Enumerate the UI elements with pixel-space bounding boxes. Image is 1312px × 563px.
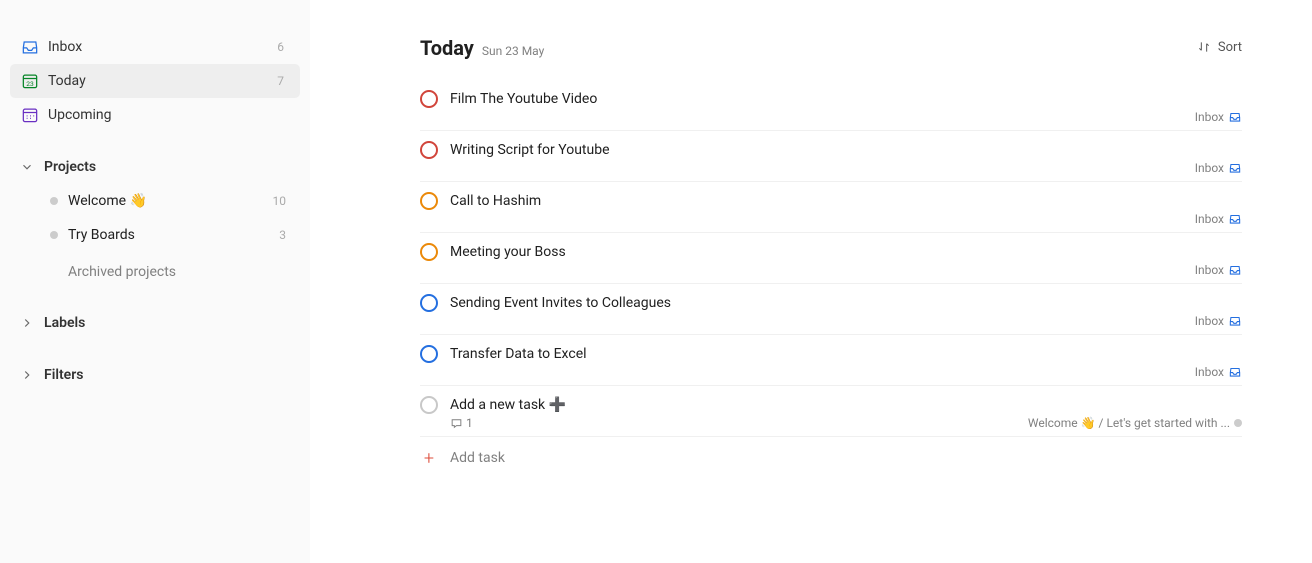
- sidebar-item-today[interactable]: 23 Today 7: [10, 64, 300, 98]
- task-comment-count[interactable]: 1: [450, 416, 473, 430]
- task-project-label: Inbox: [1195, 263, 1224, 277]
- project-color-dot: [50, 197, 58, 205]
- view-header: Today Sun 23 May Sort: [420, 36, 1242, 60]
- calendar-today-icon: 23: [18, 69, 42, 93]
- sidebar-item-inbox[interactable]: Inbox 6: [10, 30, 300, 64]
- sidebar-item-label: Today: [44, 73, 277, 89]
- task-project-label: Inbox: [1195, 110, 1224, 124]
- task-title: Add a new task ➕: [450, 397, 566, 413]
- task-checkbox[interactable]: [420, 294, 438, 312]
- task-checkbox[interactable]: [420, 192, 438, 210]
- task-item[interactable]: Add a new task ➕ 1 Welcome 👋 / Let's get s…: [420, 386, 1242, 437]
- task-list: Film The Youtube VideoInboxWriting Scrip…: [420, 80, 1242, 437]
- sidebar-item-label: Inbox: [44, 39, 277, 55]
- inbox-icon: [1228, 263, 1242, 277]
- task-checkbox[interactable]: [420, 141, 438, 159]
- section-label: Filters: [44, 367, 83, 383]
- archived-label: Archived projects: [68, 264, 176, 280]
- sidebar-project-item[interactable]: Try Boards 3: [10, 218, 300, 252]
- task-checkbox[interactable]: [420, 90, 438, 108]
- sort-label: Sort: [1218, 40, 1242, 55]
- project-count: 3: [279, 228, 286, 242]
- task-project-link[interactable]: Inbox: [1195, 161, 1242, 175]
- task-checkbox[interactable]: [420, 396, 438, 414]
- task-title: Meeting your Boss: [450, 244, 566, 260]
- sort-button[interactable]: Sort: [1196, 39, 1242, 55]
- task-project-label: Inbox: [1195, 161, 1224, 175]
- task-item[interactable]: Call to Hashim Inbox: [420, 182, 1242, 233]
- task-title: Film The Youtube Video: [450, 91, 597, 107]
- task-checkbox[interactable]: [420, 345, 438, 363]
- sidebar-section-filters[interactable]: Filters: [10, 358, 300, 392]
- task-project-label: Inbox: [1195, 212, 1224, 226]
- chevron-down-icon: [20, 160, 34, 174]
- sidebar-section-projects[interactable]: Projects: [10, 150, 300, 184]
- task-title: Transfer Data to Excel: [450, 346, 587, 362]
- sidebar-item-count: 6: [277, 40, 290, 54]
- chevron-right-icon: [20, 368, 34, 382]
- task-project-label: Inbox: [1195, 365, 1224, 379]
- main-content: Today Sun 23 May Sort Film The Youtube V…: [310, 0, 1312, 563]
- task-title: Sending Event Invites to Colleagues: [450, 295, 671, 311]
- task-item[interactable]: Writing Script for Youtube Inbox: [420, 131, 1242, 182]
- task-project-link[interactable]: Inbox: [1195, 263, 1242, 277]
- section-label: Projects: [44, 159, 96, 175]
- inbox-icon: [1228, 314, 1242, 328]
- inbox-icon: [18, 35, 42, 59]
- sidebar-item-label: Upcoming: [44, 107, 284, 123]
- sidebar: Inbox 6 23 Today 7 Upcoming Projects W: [0, 0, 310, 563]
- project-count: 10: [273, 194, 287, 208]
- project-label: Welcome 👋: [68, 193, 273, 209]
- task-project-link[interactable]: Inbox: [1195, 365, 1242, 379]
- task-project-link[interactable]: Inbox: [1195, 110, 1242, 124]
- task-project-label: Welcome 👋 / Let's get started with ...: [1028, 416, 1230, 430]
- inbox-icon: [1228, 365, 1242, 379]
- svg-text:23: 23: [26, 80, 34, 88]
- task-item[interactable]: Sending Event Invites to Colleagues Inbox: [420, 284, 1242, 335]
- section-label: Labels: [44, 315, 85, 331]
- task-item[interactable]: Film The Youtube Video Inbox: [420, 80, 1242, 131]
- page-title: Today: [420, 36, 474, 60]
- task-item[interactable]: Transfer Data to Excel Inbox: [420, 335, 1242, 386]
- project-color-dot: [1234, 419, 1242, 427]
- sidebar-section-labels[interactable]: Labels: [10, 306, 300, 340]
- add-task-label: Add task: [450, 450, 505, 466]
- calendar-upcoming-icon: [18, 103, 42, 127]
- add-task-button[interactable]: + Add task: [420, 437, 1242, 479]
- plus-icon: +: [420, 449, 438, 467]
- task-checkbox[interactable]: [420, 243, 438, 261]
- chevron-right-icon: [20, 316, 34, 330]
- sort-icon: [1196, 39, 1212, 55]
- task-project-link[interactable]: Welcome 👋 / Let's get started with ...: [1028, 416, 1242, 430]
- task-project-link[interactable]: Inbox: [1195, 212, 1242, 226]
- task-title: Writing Script for Youtube: [450, 142, 610, 158]
- sidebar-item-upcoming[interactable]: Upcoming: [10, 98, 300, 132]
- task-project-link[interactable]: Inbox: [1195, 314, 1242, 328]
- inbox-icon: [1228, 110, 1242, 124]
- task-project-label: Inbox: [1195, 314, 1224, 328]
- task-title: Call to Hashim: [450, 193, 541, 209]
- project-label: Try Boards: [68, 227, 279, 243]
- inbox-icon: [1228, 212, 1242, 226]
- sidebar-item-count: 7: [277, 74, 290, 88]
- task-item[interactable]: Meeting your Boss Inbox: [420, 233, 1242, 284]
- page-subtitle: Sun 23 May: [482, 44, 544, 58]
- inbox-icon: [1228, 161, 1242, 175]
- sidebar-archived-projects[interactable]: Archived projects: [10, 256, 300, 288]
- project-color-dot: [50, 231, 58, 239]
- sidebar-project-item[interactable]: Welcome 👋 10: [10, 184, 300, 218]
